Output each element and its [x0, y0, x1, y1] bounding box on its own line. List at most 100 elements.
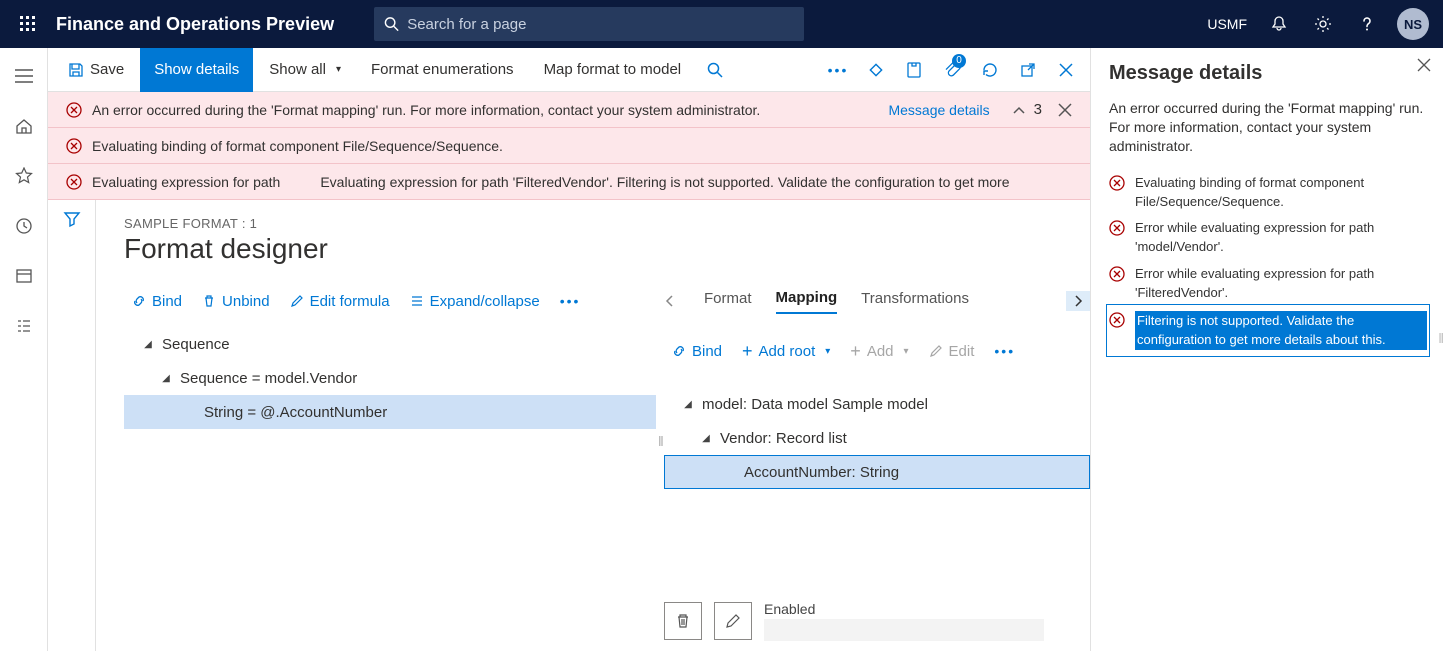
app-header: Finance and Operations Preview USMF NS	[0, 0, 1443, 48]
format-tree: ◢Sequence ◢Sequence = model.Vendor ◢Stri…	[124, 327, 656, 429]
close-page-icon[interactable]	[1048, 52, 1084, 88]
add-button: +Add▾	[842, 339, 916, 364]
search-icon	[384, 16, 399, 32]
msg-panel-body: An error occurred during the 'Format map…	[1109, 99, 1427, 156]
help-icon[interactable]	[1347, 4, 1387, 44]
twisty-icon: ◢	[680, 399, 696, 410]
error-banner-3: Evaluating expression for path Evaluatin…	[48, 164, 1090, 200]
filter-column	[48, 200, 96, 651]
msg-panel-title: Message details	[1109, 62, 1427, 85]
error1-text: An error occurred during the 'Format map…	[92, 102, 866, 118]
bind-button-right[interactable]: Bind	[664, 339, 730, 364]
workspaces-icon[interactable]	[8, 260, 40, 292]
close-panel-icon[interactable]	[1417, 58, 1431, 72]
overflow-icon[interactable]: •••	[820, 52, 856, 88]
tree-node-vendor[interactable]: ◢Vendor: Record list	[664, 421, 1090, 455]
error-icon	[1109, 266, 1125, 282]
error-icon	[1109, 312, 1125, 328]
avatar[interactable]: NS	[1397, 8, 1429, 40]
hamburger-icon[interactable]	[8, 60, 40, 92]
delete-icon[interactable]	[664, 602, 702, 640]
msg-item[interactable]: Evaluating binding of format component F…	[1109, 170, 1427, 216]
home-icon[interactable]	[8, 110, 40, 142]
header-right: USMF NS	[1199, 4, 1435, 44]
left-overflow-icon[interactable]: •••	[552, 289, 589, 313]
tabset: Format Mapping Transformations	[660, 283, 1090, 319]
tab-prev-icon[interactable]	[660, 291, 680, 311]
plus-icon: +	[850, 344, 861, 358]
tree-node-string-account[interactable]: ◢String = @.AccountNumber	[124, 395, 656, 429]
map-format-label: Map format to model	[544, 61, 682, 78]
designer-pane: SAMPLE FORMAT : 1 Format designer Bind U…	[96, 200, 1090, 651]
star-icon[interactable]	[8, 160, 40, 192]
enabled-field[interactable]	[764, 619, 1044, 641]
gear-icon[interactable]	[1303, 4, 1343, 44]
msg-item-selected[interactable]: Filtering is not supported. Validate the…	[1109, 307, 1427, 355]
right-overflow-icon[interactable]: •••	[986, 339, 1023, 363]
chevron-down-icon: ▾	[904, 346, 909, 357]
show-details-label: Show details	[154, 61, 239, 78]
save-button[interactable]: Save	[54, 48, 138, 92]
add-root-button[interactable]: +Add root▾	[734, 339, 838, 364]
edit-formula-button[interactable]: Edit formula	[282, 289, 398, 314]
format-enum-button[interactable]: Format enumerations	[357, 48, 528, 92]
tab-next-icon[interactable]	[1066, 291, 1090, 311]
company-code[interactable]: USMF	[1199, 16, 1255, 32]
split-handle-icon[interactable]: ‖	[658, 433, 664, 449]
show-details-button[interactable]: Show details	[140, 48, 253, 92]
tree-node-sequence[interactable]: ◢Sequence	[124, 327, 656, 361]
modules-icon[interactable]	[8, 310, 40, 342]
format-tree-panel: Bind Unbind Edit formula Expand/collapse…	[124, 283, 664, 591]
collapse-errors-icon[interactable]	[1012, 103, 1026, 117]
recent-icon[interactable]	[8, 210, 40, 242]
plus-icon: +	[742, 344, 753, 358]
app-title: Finance and Operations Preview	[56, 14, 334, 35]
bind-button[interactable]: Bind	[124, 289, 190, 314]
refresh-icon[interactable]	[972, 52, 1008, 88]
edit-icon[interactable]	[714, 602, 752, 640]
error-banner-2: Evaluating binding of format component F…	[48, 128, 1090, 164]
attachments-icon[interactable]: 0	[934, 52, 970, 88]
msg-item[interactable]: Error while evaluating expression for pa…	[1109, 215, 1427, 261]
tree-node-sequence-vendor[interactable]: ◢Sequence = model.Vendor	[124, 361, 656, 395]
format-enum-label: Format enumerations	[371, 61, 514, 78]
error-banner-1: An error occurred during the 'Format map…	[48, 92, 1090, 128]
twisty-icon: ◢	[698, 433, 714, 444]
error-icon	[66, 138, 82, 154]
addin-icon[interactable]	[896, 52, 932, 88]
tab-mapping[interactable]: Mapping	[776, 289, 838, 314]
search-input[interactable]	[407, 16, 794, 33]
msg-item-text: Filtering is not supported. Validate the…	[1135, 311, 1427, 351]
search-box[interactable]	[374, 7, 804, 41]
trash-icon	[202, 294, 216, 308]
chevron-down-icon: ▾	[825, 346, 830, 357]
filter-icon[interactable]	[63, 210, 81, 651]
tree-node-model[interactable]: ◢model: Data model Sample model	[664, 387, 1090, 421]
message-details-panel: Message details An error occurred during…	[1091, 48, 1443, 651]
map-format-button[interactable]: Map format to model	[530, 48, 696, 92]
search-action-icon[interactable]	[697, 52, 733, 88]
action-bar: Save Show details Show all ▾ Format enum…	[48, 48, 1090, 92]
enabled-field-group: Enabled	[764, 601, 1044, 641]
model-tree: ◢model: Data model Sample model ◢Vendor:…	[664, 387, 1090, 489]
popout-icon[interactable]	[1010, 52, 1046, 88]
msg-item[interactable]: Error while evaluating expression for pa…	[1109, 261, 1427, 307]
diamond-icon[interactable]	[858, 52, 894, 88]
waffle-icon[interactable]	[8, 4, 48, 44]
expand-collapse-button[interactable]: Expand/collapse	[402, 289, 548, 314]
tab-format[interactable]: Format	[704, 290, 752, 313]
error3-body: Evaluating expression for path 'Filtered…	[320, 174, 1072, 190]
show-all-button[interactable]: Show all ▾	[255, 48, 355, 92]
save-label: Save	[90, 61, 124, 78]
tab-transformations[interactable]: Transformations	[861, 290, 969, 313]
right-toolbar: Bind +Add root▾ +Add▾ Edit •••	[664, 333, 1090, 369]
message-details-link[interactable]: Message details	[888, 102, 989, 118]
chevron-down-icon: ▾	[336, 64, 341, 75]
tree-node-accountnumber[interactable]: ◢AccountNumber: String	[664, 455, 1090, 489]
dismiss-errors-icon[interactable]	[1058, 103, 1072, 117]
list-icon	[410, 294, 424, 308]
attachments-badge: 0	[952, 54, 966, 68]
bell-icon[interactable]	[1259, 4, 1299, 44]
content-row: SAMPLE FORMAT : 1 Format designer Bind U…	[48, 200, 1090, 651]
unbind-button[interactable]: Unbind	[194, 289, 278, 314]
